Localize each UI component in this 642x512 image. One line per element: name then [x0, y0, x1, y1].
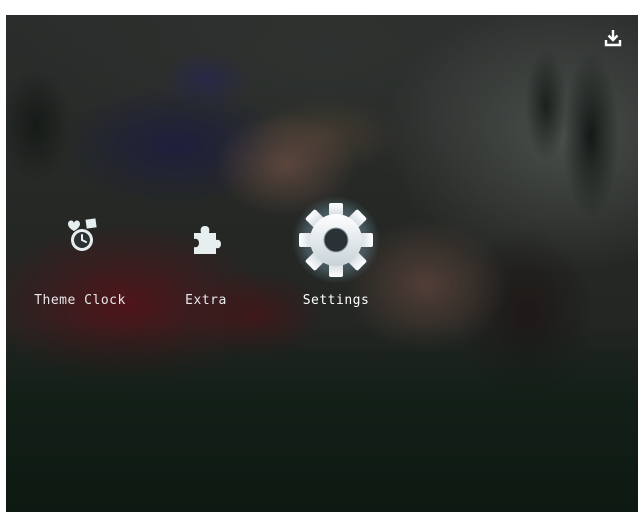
menu-item-label: Extra	[185, 293, 227, 308]
gear-icon	[291, 195, 381, 285]
puzzle-piece-icon	[188, 221, 224, 257]
menu-item-label: Theme Clock	[34, 293, 126, 308]
menu-item-theme-clock[interactable]: Theme Clock	[20, 215, 140, 315]
photo-frame-screen: Theme Clock Extra Settings	[6, 15, 638, 512]
theme-clock-icon	[60, 215, 100, 255]
menu-item-label: Settings	[302, 293, 370, 308]
menu-item-extra[interactable]: Extra	[166, 215, 246, 315]
menu-item-settings[interactable]: Settings	[286, 195, 386, 315]
download-to-tray-icon[interactable]	[604, 29, 622, 47]
